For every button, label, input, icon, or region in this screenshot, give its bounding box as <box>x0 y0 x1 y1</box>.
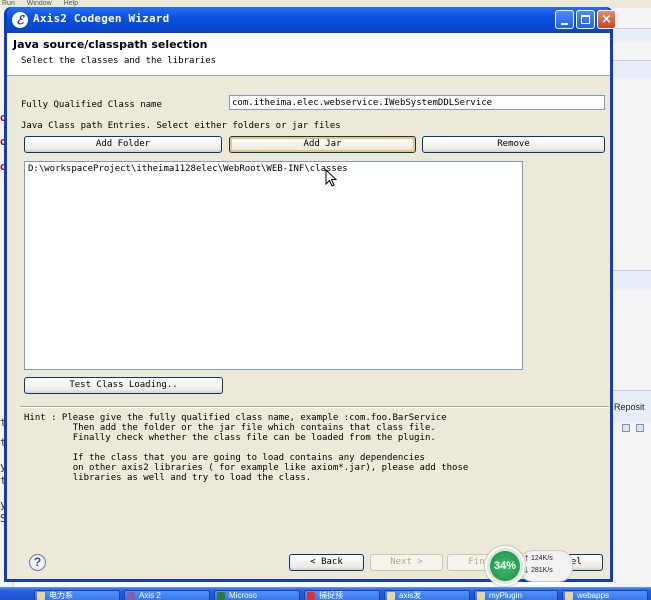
taskbar-item[interactable]: 捕捉预 <box>304 590 380 600</box>
bg-panel-toolbar <box>612 270 651 290</box>
excel-icon <box>217 592 225 600</box>
classpath-entries-list[interactable]: D:\workspaceProject\itheima1128elec\WebR… <box>24 161 523 370</box>
background-side-panel: Reposit <box>612 8 651 587</box>
taskbar-item-label: Axis 2 <box>139 591 161 600</box>
class-name-input[interactable]: com.itheima.elec.webservice.IWebSystemDD… <box>229 95 605 110</box>
wizard-page-header: Java source/classpath selection Select t… <box>7 33 610 76</box>
bg-menu-window[interactable]: Window <box>27 0 52 7</box>
memory-usage-ring[interactable]: 34% <box>485 546 525 586</box>
maximize-icon <box>581 15 590 24</box>
taskbar-item-label: myPlugin <box>489 591 522 600</box>
close-button[interactable]: × <box>597 10 616 29</box>
windows-taskbar: 电力系 Axis 2 Microso 捕捉预 axis发 myPlugin we… <box>0 587 651 600</box>
upload-speed: 124K/s <box>531 555 553 562</box>
taskbar-item-label: axis发 <box>399 591 422 600</box>
taskbar-item[interactable]: axis发 <box>384 590 470 600</box>
test-class-loading-button[interactable]: Test Class Loading.. <box>24 377 223 394</box>
taskbar-item[interactable]: Axis 2 <box>124 590 210 600</box>
back-button[interactable]: < Back <box>289 554 364 571</box>
taskbar-item[interactable]: myPlugin <box>474 590 558 600</box>
list-item[interactable]: D:\workspaceProject\itheima1128elec\WebR… <box>28 164 519 174</box>
mouse-cursor-icon <box>325 169 337 187</box>
hint-separator <box>20 406 609 408</box>
codegen-wizard-dialog: ℰ Axis2 Codegen Wizard × Java source/cla… <box>4 7 616 582</box>
taskbar-item-label: webapps <box>577 591 610 600</box>
taskbar-item[interactable]: webapps <box>562 590 648 600</box>
capture-icon <box>307 592 315 600</box>
bg-panel-toolbar <box>612 28 651 42</box>
maximize-button[interactable] <box>576 10 595 29</box>
memory-usage-percent: 34% <box>490 551 520 581</box>
folder-icon <box>565 592 573 600</box>
taskbar-item-label: Microso <box>229 591 258 600</box>
taskbar-item[interactable]: 电力系 <box>34 590 120 600</box>
next-button[interactable]: Next > <box>370 554 443 571</box>
eclipse-icon <box>127 592 135 600</box>
bg-menu-run[interactable]: Run <box>2 0 15 7</box>
axis2-app-icon: ℰ <box>12 12 28 28</box>
folder-icon <box>477 592 485 600</box>
remove-button[interactable]: Remove <box>422 136 605 153</box>
page-title: Java source/classpath selection <box>13 38 208 51</box>
dialog-client-area: Java source/classpath selection Select t… <box>7 33 610 579</box>
dialog-title: Axis2 Codegen Wizard <box>33 12 170 25</box>
dialog-titlebar[interactable]: ℰ Axis2 Codegen Wizard × <box>7 7 616 33</box>
network-speed-widget[interactable]: ↑ 124K/s ↓ 281K/s 34% <box>485 546 575 586</box>
bg-panel-icon[interactable] <box>636 424 644 432</box>
help-icon[interactable]: ? <box>29 554 46 571</box>
class-name-label: Fully Qualified Class name <box>21 100 162 110</box>
bg-menu-help[interactable]: Help <box>64 0 78 7</box>
folder-icon <box>37 592 45 600</box>
taskbar-item-label: 捕捉预 <box>319 591 343 600</box>
classpath-label: Java Class path Entries. Select either f… <box>21 121 341 131</box>
minimize-icon <box>561 23 568 25</box>
add-jar-button[interactable]: Add Jar <box>229 136 416 153</box>
taskbar-item[interactable]: Microso <box>214 590 300 600</box>
page-subtitle: Select the classes and the libraries <box>21 56 217 66</box>
bg-panel-toolbar <box>612 60 651 78</box>
hint-text: Hint : Please give the fully qualified c… <box>24 413 469 483</box>
bg-repository-tab[interactable]: Reposit <box>614 402 645 412</box>
add-folder-button[interactable]: Add Folder <box>24 136 222 153</box>
close-icon: × <box>601 12 612 27</box>
bg-panel-icon[interactable] <box>622 424 630 432</box>
folder-icon <box>387 592 395 600</box>
taskbar-item-label: 电力系 <box>49 591 73 600</box>
download-speed: 281K/s <box>531 567 553 574</box>
minimize-button[interactable] <box>555 10 574 29</box>
